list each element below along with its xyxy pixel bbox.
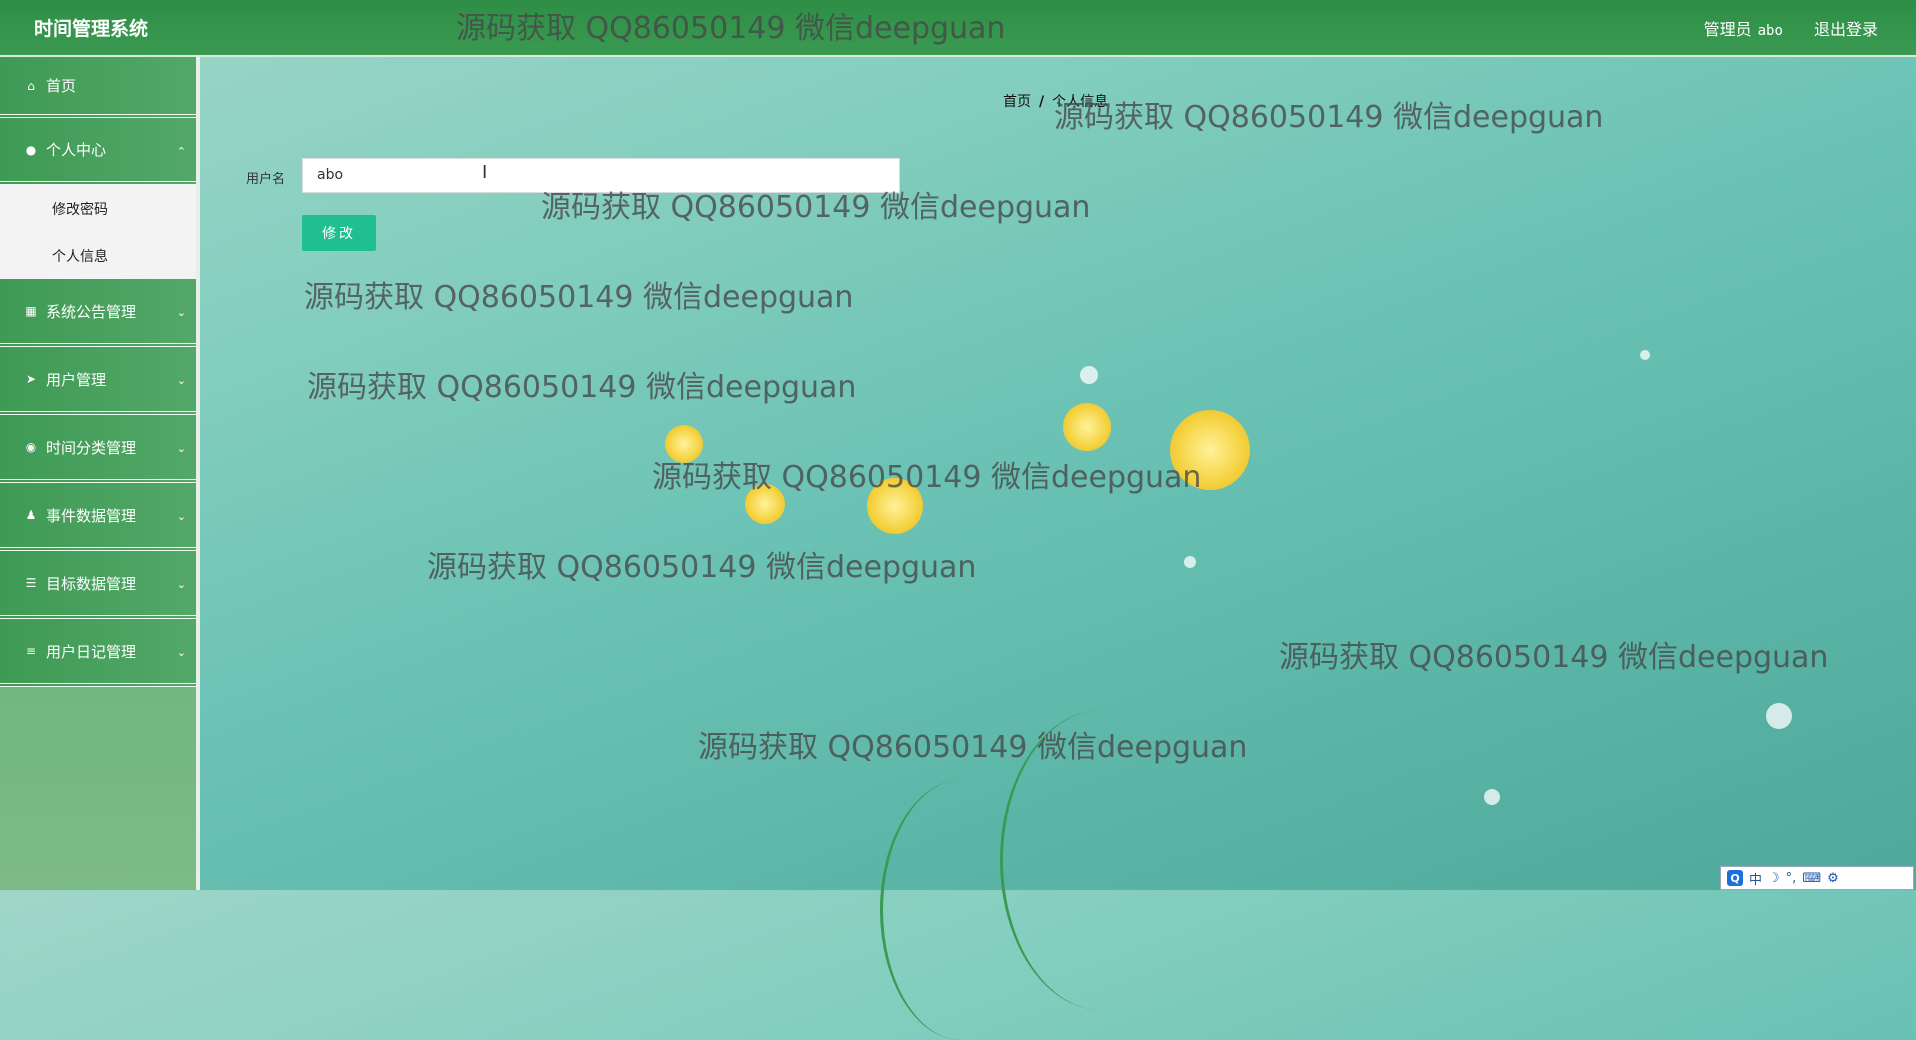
sidebar-item-goals[interactable]: ☰ 目标数据管理 ⌄	[0, 551, 196, 619]
sidebar-item-label: 时间分类管理	[46, 438, 137, 457]
logout-link[interactable]: 退出登录	[1814, 20, 1878, 39]
watermark-text: 源码获取 QQ86050149 微信deepguan	[1054, 100, 1604, 135]
background-bubble	[1640, 350, 1650, 360]
user-icon: ●	[25, 142, 37, 157]
chevron-down-icon: ⌄	[176, 374, 186, 387]
person-icon: ♟	[25, 508, 37, 522]
watermark-text: 源码获取 QQ86050149 微信deepguan	[541, 190, 1091, 225]
bulb-icon: ◉	[25, 440, 37, 454]
sidebar-subitem-personal-info[interactable]: 个人信息	[0, 232, 196, 279]
list-icon: ☰	[25, 576, 37, 590]
watermark-text: 源码获取 QQ86050149 微信deepguan	[652, 460, 1202, 495]
sidebar-item-label: 个人中心	[46, 141, 107, 159]
background-bubble	[1766, 703, 1792, 729]
username-label: 用户名	[246, 172, 286, 187]
sidebar-item-home[interactable]: ⌂ 首页	[0, 57, 196, 118]
sidebar-item-personal-center[interactable]: ● 个人中心 ⌃	[0, 118, 196, 185]
edit-button[interactable]: 修改	[302, 215, 376, 251]
home-icon: ⌂	[27, 78, 35, 93]
text-cursor-icon: I	[482, 162, 488, 183]
ime-logo-icon[interactable]: Q	[1727, 870, 1743, 886]
ime-settings-icon[interactable]: ⚙	[1827, 871, 1839, 886]
sidebar-item-label: 首页	[46, 77, 77, 95]
submenu-personal-center: 修改密码 个人信息	[0, 185, 196, 279]
sidebar-item-label: 事件数据管理	[46, 506, 137, 525]
watermark-text: 源码获取 QQ86050149 微信deepguan	[1279, 640, 1829, 675]
sidebar-item-label: 系统公告管理	[46, 302, 137, 321]
sliders-icon: ≡	[25, 644, 37, 658]
grid-icon: ▦	[25, 304, 37, 318]
app-title: 时间管理系统	[34, 18, 149, 40]
sidebar-item-users[interactable]: ➤ 用户管理 ⌄	[0, 347, 196, 415]
username-label: abo	[1757, 23, 1783, 39]
background-bubble	[1484, 789, 1500, 805]
header-user-area: 管理员 abo 退出登录	[1704, 16, 1878, 40]
watermark-text: 源码获取 QQ86050149 微信deepguan	[427, 550, 977, 585]
send-icon: ➤	[25, 372, 37, 386]
breadcrumb-home[interactable]: 首页	[1003, 94, 1031, 110]
chevron-up-icon: ⌃	[176, 144, 186, 158]
watermark-text: 源码获取 QQ86050149 微信deepguan	[456, 11, 1006, 46]
chevron-down-icon: ⌄	[176, 578, 186, 591]
ime-punctuation-icon[interactable]: °,	[1786, 871, 1797, 886]
watermark-text: 源码获取 QQ86050149 微信deepguan	[304, 280, 854, 315]
sidebar-item-events[interactable]: ♟ 事件数据管理 ⌄	[0, 483, 196, 551]
chevron-down-icon: ⌄	[176, 510, 186, 523]
chevron-down-icon: ⌄	[176, 442, 186, 455]
sidebar-item-time-category[interactable]: ◉ 时间分类管理 ⌄	[0, 415, 196, 483]
chevron-down-icon: ⌄	[176, 306, 186, 319]
background-flower	[1063, 403, 1111, 451]
ime-mode-toggle[interactable]: 中	[1749, 869, 1762, 888]
sidebar-item-diary[interactable]: ≡ 用户日记管理 ⌄	[0, 619, 196, 687]
sidebar-item-label: 用户管理	[46, 370, 107, 389]
watermark-text: 源码获取 QQ86050149 微信deepguan	[307, 370, 857, 405]
background-bubble	[1184, 556, 1196, 568]
sidebar-item-label: 用户日记管理	[46, 642, 137, 661]
ime-moon-icon[interactable]: ☽	[1768, 871, 1780, 886]
watermark-text: 源码获取 QQ86050149 微信deepguan	[698, 730, 1248, 765]
role-label: 管理员	[1703, 20, 1752, 39]
background-stem	[880, 780, 1043, 1040]
sidebar-item-label: 目标数据管理	[46, 574, 137, 593]
chevron-down-icon: ⌄	[176, 646, 186, 659]
ime-toolbar[interactable]: Q 中 ☽ °, ⌨ ⚙	[1720, 866, 1914, 890]
background-bubble	[1080, 366, 1098, 384]
breadcrumb-separator: /	[1039, 94, 1045, 110]
sidebar-item-announcements[interactable]: ▦ 系统公告管理 ⌄	[0, 279, 196, 347]
sidebar: ⌂ 首页 ● 个人中心 ⌃ 修改密码 个人信息 ▦ 系统公告管理 ⌄ ➤ 用户管…	[0, 57, 200, 890]
sidebar-subitem-change-password[interactable]: 修改密码	[0, 185, 196, 232]
ime-keyboard-icon[interactable]: ⌨	[1802, 871, 1821, 886]
